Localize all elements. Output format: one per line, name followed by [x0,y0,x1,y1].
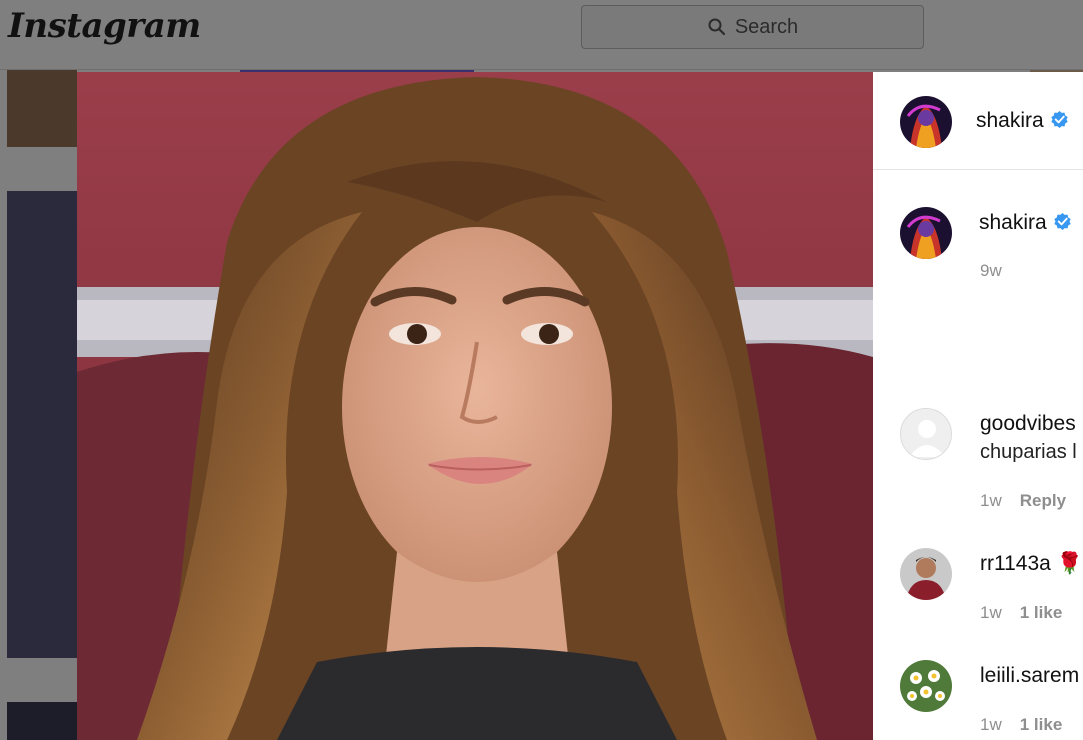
commenter-avatar[interactable] [900,548,952,600]
caption-author-avatar-image [900,207,952,259]
verified-badge-icon [1051,110,1068,129]
instagram-logo[interactable]: Instagram [8,6,201,46]
comment-text: chuparias l [980,441,1077,463]
portrait-photo-image [77,72,873,740]
author-username[interactable]: shakira [976,109,1069,133]
post-header: shakira [873,72,1083,170]
comment-meta: 1w Reply [980,491,1066,511]
commenter-avatar-image [900,548,952,600]
search-bar[interactable]: Search [581,5,924,49]
rose-emoji: 🌹 [1056,552,1083,575]
comment-username[interactable]: goodvibes [980,412,1076,436]
comment-time[interactable]: 1w [980,603,1002,622]
verified-badge-icon [1054,212,1071,231]
comment-time[interactable]: 1w [980,715,1002,734]
caption-author-text: shakira [979,211,1047,234]
commenter-avatar[interactable] [900,660,952,712]
instagram-post-viewer: Instagram Search shakira shakira 9w good… [0,0,1083,740]
comment-username-text: rr1143a [980,552,1051,575]
like-count-button[interactable]: 1 like [1020,603,1063,622]
comment-username[interactable]: rr1143a 🌹 [980,552,1083,576]
caption-timestamp[interactable]: 9w [980,261,1002,281]
background-post-thumbnail[interactable] [7,191,77,658]
caption-author-avatar[interactable] [900,207,952,259]
caption-author-username[interactable]: shakira [979,211,1072,235]
author-avatar[interactable] [900,96,952,148]
background-post-thumbnail[interactable] [7,70,77,147]
commenter-avatar[interactable] [900,408,952,460]
post-details-panel: shakira shakira 9w goodvibes chuparias l… [873,72,1083,740]
comment-username[interactable]: leiili.sarem [980,664,1079,688]
author-username-text: shakira [976,109,1044,132]
daisy-avatar-image [900,660,952,712]
comment-meta: 1w 1 like [980,603,1062,623]
search-icon [708,18,725,36]
like-count-button[interactable]: 1 like [1020,715,1063,734]
author-avatar-image [900,96,952,148]
reply-button[interactable]: Reply [1020,491,1066,510]
top-navigation-bar: Instagram Search [0,0,1083,70]
comment-meta: 1w 1 like [980,715,1062,735]
comment-time[interactable]: 1w [980,491,1002,510]
background-post-thumbnail[interactable] [7,702,77,740]
search-placeholder: Search [734,15,799,38]
post-photo[interactable] [77,72,873,740]
default-avatar-icon [901,409,951,459]
